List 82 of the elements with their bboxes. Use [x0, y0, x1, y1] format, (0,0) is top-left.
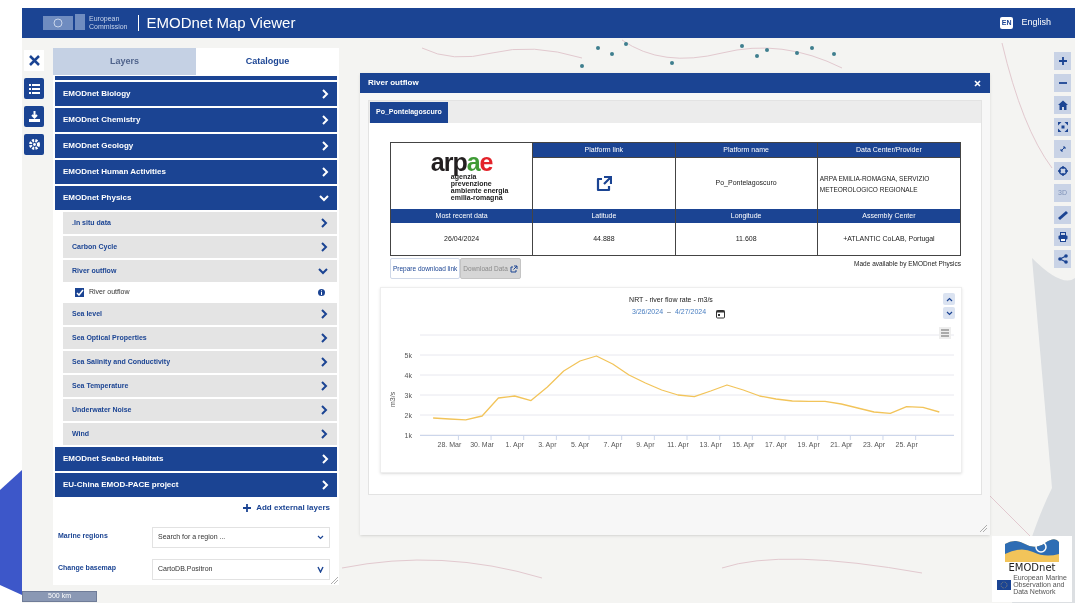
chevron-down-icon [319, 194, 329, 202]
close-panel-button[interactable] [24, 50, 44, 71]
popup-title: River outflow [368, 77, 419, 89]
ruler-icon [1057, 210, 1068, 220]
catalogue-item-label: EMODnet Physics [63, 192, 132, 204]
plus-icon [243, 504, 252, 512]
catalogue-item[interactable]: EMODnet Biology [55, 82, 337, 106]
chevron-right-icon [320, 218, 328, 228]
download-button[interactable] [24, 106, 44, 127]
resize-handle-icon[interactable] [978, 523, 988, 533]
catalogue-item-label: EMODnet Chemistry [63, 114, 141, 126]
plus-icon [1057, 56, 1068, 66]
check-icon [75, 289, 84, 296]
list-icon [28, 83, 40, 94]
catalogue-item[interactable]: EMODnet Seabed Habitats [55, 447, 337, 471]
chevron-right-icon [320, 429, 328, 439]
catalogue-item[interactable]: EMODnet Physics [55, 186, 337, 210]
flag-icon [997, 579, 1012, 590]
print-icon [1057, 232, 1068, 242]
home-icon [1057, 100, 1068, 110]
chevron-right-icon [321, 115, 329, 125]
catalogue-item[interactable]: EMODnet Chemistry [55, 108, 337, 132]
chevron-down-icon [317, 535, 324, 540]
crosshair-icon [1057, 166, 1068, 176]
zoom-in-button[interactable] [1054, 52, 1071, 70]
catalogue-item-label: EMODnet Seabed Habitats [63, 453, 164, 465]
chevron-down-icon [318, 267, 328, 275]
logo-letters: e [479, 151, 493, 173]
logo-wordmark: EMODnet [1008, 562, 1056, 573]
catalogue-item-label: EMODnet Biology [63, 88, 131, 100]
chevron-down-icon [317, 566, 324, 573]
layer-checkbox[interactable] [75, 288, 84, 297]
close-button[interactable] [972, 78, 982, 88]
chevron-right-icon [321, 167, 329, 177]
extent-icon [1057, 122, 1068, 132]
scroll-down-button[interactable] [943, 307, 955, 319]
catalogue-item[interactable]: EMODnet Geology [55, 134, 337, 158]
chevron-down-icon [945, 310, 953, 316]
locate-button[interactable] [1054, 162, 1071, 180]
menu-icon [941, 329, 949, 337]
catalogue-item-label: EU-China EMOD-PACE project [63, 479, 179, 491]
info-icon[interactable] [318, 289, 325, 296]
chevron-right-icon [321, 454, 329, 464]
chevron-right-icon [320, 242, 328, 252]
external-link-icon [509, 264, 518, 273]
chevron-right-icon [321, 89, 329, 99]
expand-icon [1057, 144, 1068, 154]
catalogue-item-label: EMODnet Human Activities [63, 166, 166, 178]
chevron-up-icon [945, 296, 953, 302]
app-title: EMODnet Map Viewer [146, 12, 296, 33]
chevron-right-icon [320, 357, 328, 367]
settings-button[interactable] [24, 134, 44, 155]
full-extent-button[interactable] [1054, 118, 1071, 136]
panel-tab[interactable]: Layers [53, 48, 196, 75]
catalogue-item[interactable]: EU-China EMOD-PACE project [55, 473, 337, 497]
calendar-icon[interactable] [716, 308, 726, 319]
catalogue-item-label: EMODnet Geology [63, 140, 134, 152]
share-button[interactable] [1054, 250, 1071, 268]
zoom-out-button[interactable] [1054, 74, 1071, 92]
share-icon [1057, 254, 1068, 264]
chevron-right-icon [321, 141, 329, 151]
language-selector[interactable]: English [1021, 16, 1051, 30]
home-button[interactable] [1054, 96, 1071, 114]
external-link-icon[interactable] [595, 175, 612, 192]
logo-letters: a [466, 151, 480, 173]
print-button[interactable] [1054, 228, 1071, 246]
list-button[interactable] [24, 78, 44, 99]
emblem-icon [43, 14, 85, 32]
chevron-right-icon [320, 309, 328, 319]
settings-icon [28, 139, 40, 150]
chevron-right-icon [321, 480, 329, 490]
catalogue-item[interactable]: EMODnet Human Activities [55, 160, 337, 184]
close-icon [973, 79, 981, 87]
download-icon [28, 111, 40, 122]
chevron-right-icon [320, 405, 328, 415]
measure-button[interactable] [1054, 206, 1071, 224]
chevron-right-icon [320, 381, 328, 391]
scroll-up-button[interactable] [943, 293, 955, 305]
resize-handle-icon[interactable] [329, 575, 339, 585]
add-external-layers-link[interactable]: Add external layers [256, 502, 330, 514]
chevron-right-icon [320, 333, 328, 343]
close-icon [28, 55, 40, 66]
